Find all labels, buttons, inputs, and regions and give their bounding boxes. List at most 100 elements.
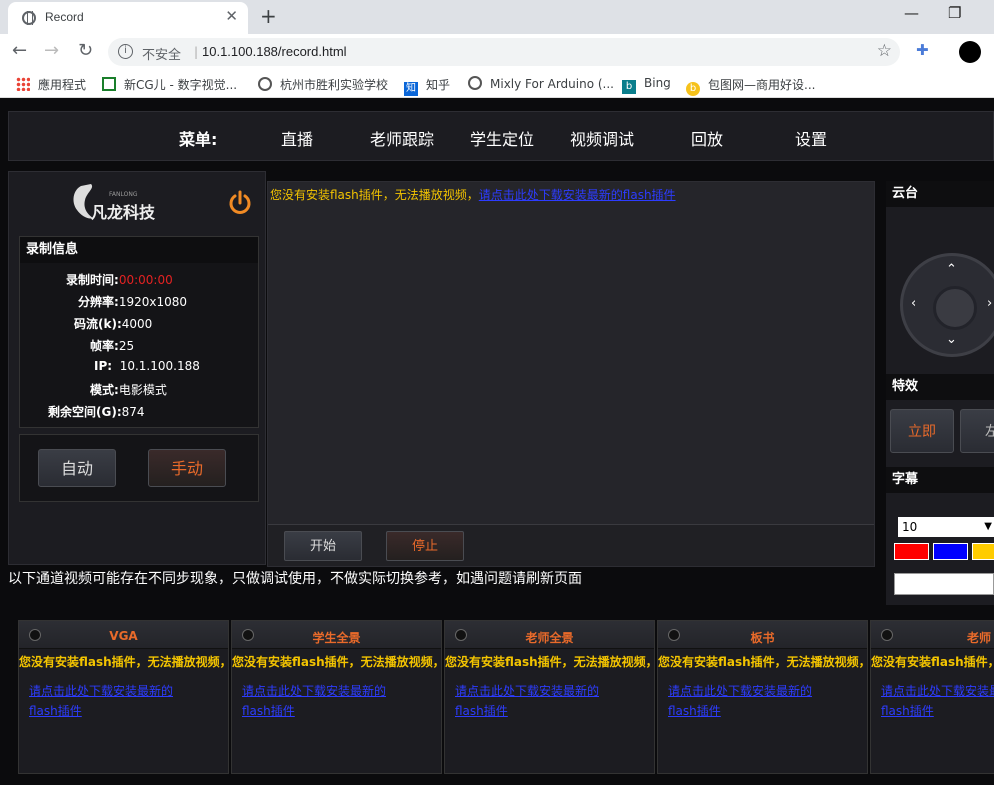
channel-radio[interactable] [881, 629, 893, 641]
zhihu-icon: 知 [404, 82, 418, 96]
resolution-value: 1920x1080 [118, 295, 187, 309]
channel-student-panorama: 学生全景 您没有安装flash插件，无法播放视频， 请点击此处下载安装最新的fl… [231, 620, 445, 774]
channel-title: 老师全景 [525, 631, 574, 645]
bookmark-mixly[interactable]: Mixly For Arduino (... [468, 76, 614, 91]
record-left-panel: 凡龙科技 FANLONG 录制信息 录制时间:00:00:00 分辨率:1920… [8, 171, 266, 565]
channel-teacher-panorama: 老师全景 您没有安装flash插件，无法播放视频， 请点击此处下载安装最新的fl… [444, 620, 658, 774]
main-video-panel: 您没有安装flash插件，无法播放视频，请点击此处下载安装最新的flash插件 … [267, 181, 875, 567]
browser-tab-record[interactable]: Record ✕ [8, 2, 248, 34]
channel-flash-link[interactable]: 请点击此处下载安装最新的flash插件 [668, 681, 828, 721]
effect-now-button[interactable]: 立即 [890, 409, 954, 453]
channel-title: 学生全景 [312, 631, 361, 645]
space-value: 874 [121, 405, 145, 419]
minimize-icon[interactable]: — [904, 4, 919, 22]
resolution-label: 分辨率: [78, 295, 119, 309]
bookmark-cg[interactable]: 新CG儿 - 数字视觉... [102, 76, 237, 93]
channel-flash-link[interactable]: 请点击此处下载安装最新的flash插件 [29, 681, 189, 721]
color-swatch-red[interactable] [894, 543, 929, 560]
restore-icon[interactable]: ❐ [948, 4, 961, 22]
channel-teacher: 老师 您没有安装flash插件， 请点击此处下载安装最新的flash插件 [870, 620, 994, 774]
ptz-right-icon[interactable]: › [987, 296, 992, 311]
bookmark-label: 應用程式 [38, 78, 87, 92]
logo-name: 凡龙科技 [91, 203, 156, 222]
subtitle-size-select[interactable]: 10 ▼ [898, 517, 994, 537]
resolution-row: 分辨率:1920x1080 [78, 293, 187, 310]
extension-icon[interactable]: ✚ [916, 41, 934, 59]
globe-icon [22, 11, 36, 25]
fps-value: 25 [118, 339, 135, 353]
menu-item-student-locate[interactable]: 学生定位 [470, 126, 534, 150]
apps-icon [16, 77, 30, 91]
menu-item-live[interactable]: 直播 [281, 126, 313, 150]
bookmarks-bar: 應用程式 新CG儿 - 数字视觉... 杭州市胜利实验学校 知知乎 Mixly … [0, 70, 994, 98]
record-page: 菜单: 直播 老师跟踪 学生定位 视频调试 回放 设置 凡龙科技 FANLONG… [0, 99, 994, 785]
bookmark-star-icon[interactable]: ☆ [877, 41, 892, 61]
bookmark-label: 新CG儿 - 数字视觉... [124, 78, 238, 92]
manual-button[interactable]: 手动 [148, 449, 226, 487]
info-icon[interactable]: i [118, 44, 133, 59]
back-icon[interactable]: ← [12, 40, 27, 61]
channel-flash-link[interactable]: 请点击此处下载安装最新的flash插件 [455, 681, 615, 721]
logo-sub: FANLONG [109, 191, 138, 198]
new-tab-icon[interactable]: + [260, 4, 277, 28]
close-tab-icon[interactable]: ✕ [225, 7, 238, 25]
mode-value: 电影模式 [118, 383, 167, 397]
record-info-title: 录制信息 [20, 237, 258, 263]
company-logo: 凡龙科技 FANLONG [73, 184, 156, 222]
channel-flash-link[interactable]: 请点击此处下载安装最新的flash插件 [881, 681, 994, 721]
channel-header: 老师 [871, 621, 994, 649]
globe-icon [258, 77, 272, 91]
video-controls: 开始 停止 [268, 524, 874, 566]
effect-left-button[interactable]: 左 [960, 409, 994, 453]
menu-item-teacher-track[interactable]: 老师跟踪 [370, 126, 434, 150]
ptz-left-icon[interactable]: ‹ [911, 296, 916, 311]
bookmark-label: 杭州市胜利实验学校 [280, 78, 389, 92]
menu-item-video-debug[interactable]: 视频调试 [570, 126, 634, 150]
bookmark-label: 知乎 [426, 78, 451, 92]
separator: | [194, 45, 199, 59]
forward-icon[interactable]: → [44, 40, 59, 61]
subtitle-text-input[interactable] [894, 573, 994, 595]
fps-label: 帧率: [90, 339, 119, 353]
bookmark-zhihu[interactable]: 知知乎 [404, 76, 450, 96]
channel-header: 板书 [658, 621, 867, 649]
bookmark-apps[interactable]: 應用程式 [16, 76, 86, 93]
reload-icon[interactable]: ↻ [78, 40, 93, 61]
menu-item-settings[interactable]: 设置 [795, 126, 827, 150]
channel-header: VGA [19, 621, 228, 649]
insecure-label: 不安全 [142, 48, 182, 63]
ip-value: 10.1.100.188 [119, 359, 200, 373]
flash-download-link[interactable]: 请点击此处下载安装最新的flash插件 [479, 188, 676, 202]
flash-warning: 您没有安装flash插件，无法播放视频，请点击此处下载安装最新的flash插件 [270, 186, 676, 203]
bookmark-school[interactable]: 杭州市胜利实验学校 [258, 76, 388, 93]
ptz-up-icon[interactable]: ⌃ [946, 262, 957, 277]
bookmark-bing[interactable]: b Bing [622, 76, 671, 94]
profile-avatar[interactable] [959, 41, 981, 63]
channel-title: 板书 [750, 631, 775, 645]
menu-item-playback[interactable]: 回放 [691, 126, 723, 150]
color-swatch-blue[interactable] [933, 543, 968, 560]
url-text[interactable]: 10.1.100.188/record.html [202, 44, 347, 59]
record-time-label: 录制时间: [66, 273, 119, 287]
omnibox[interactable]: i 不安全 | 10.1.100.188/record.html ☆ [108, 38, 900, 66]
stop-button[interactable]: 停止 [386, 531, 464, 561]
auto-button[interactable]: 自动 [38, 449, 116, 487]
power-icon[interactable] [227, 190, 253, 216]
color-swatch-yellow[interactable] [972, 543, 994, 560]
ptz-down-icon[interactable]: ⌄ [946, 332, 957, 347]
menu-label: 菜单: [179, 130, 218, 149]
ptz-title: 云台 [886, 181, 994, 207]
mode-label: 模式: [90, 383, 119, 397]
chevron-down-icon: ▼ [984, 521, 992, 532]
space-label: 剩余空间(G): [48, 405, 122, 419]
cg-icon [102, 77, 116, 91]
tab-title: Record [45, 10, 84, 24]
channel-blackboard: 板书 您没有安装flash插件，无法播放视频， 请点击此处下载安装最新的flas… [657, 620, 871, 774]
start-button[interactable]: 开始 [284, 531, 362, 561]
channel-flash-link[interactable]: 请点击此处下载安装最新的flash插件 [242, 681, 402, 721]
ptz-center-button[interactable] [933, 286, 977, 330]
bookmark-baotu[interactable]: b 包图网—商用好设... [686, 76, 815, 96]
effects-title: 特效 [886, 374, 994, 400]
record-time-value: 00:00:00 [118, 273, 173, 287]
flash-warning-text: 您没有安装flash插件，无法播放视频， [270, 188, 479, 202]
